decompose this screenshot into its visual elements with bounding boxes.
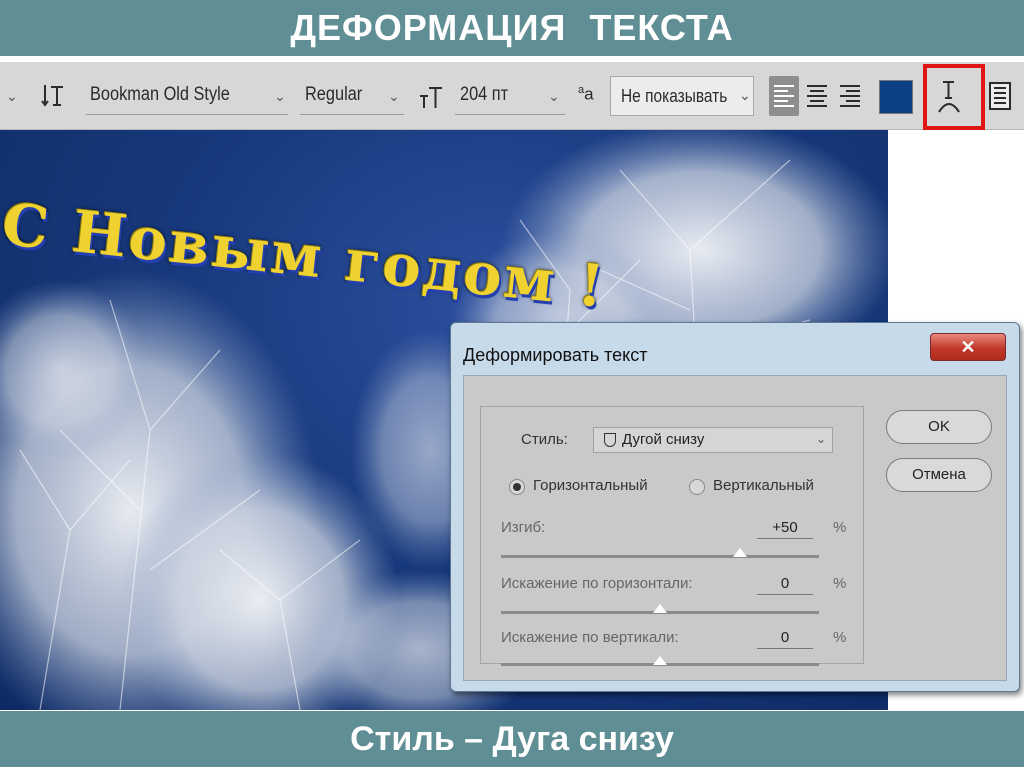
chevron-down-icon[interactable]: ⌄: [548, 88, 560, 105]
vdist-label: Искажение по вертикали:: [501, 629, 679, 646]
dialog-body: Стиль: Дугой снизу ⌄ Горизонтальный Верт…: [463, 375, 1007, 681]
panels-icon[interactable]: [989, 82, 1011, 110]
font-size-value[interactable]: 204 пт: [460, 84, 508, 106]
antialias-dropdown[interactable]: Не показывать ⌄: [610, 76, 754, 116]
align-right-button[interactable]: [835, 76, 865, 116]
slide-title: ДЕФОРМАЦИЯ ТЕКСТА: [0, 0, 1024, 56]
chevron-down-icon[interactable]: ⌄: [388, 88, 400, 105]
warp-text-highlight: [923, 64, 985, 130]
style-dropdown[interactable]: Дугой снизу ⌄: [593, 427, 833, 453]
font-family-value[interactable]: Bookman Old Style: [90, 84, 230, 106]
align-right-icon: [840, 85, 860, 110]
chevron-down-icon: ⌄: [739, 87, 751, 103]
antialias-icon: aa: [578, 84, 594, 104]
style-value: Дугой снизу: [622, 431, 705, 448]
hdist-slider-thumb[interactable]: [653, 604, 667, 613]
font-family-underline: [86, 114, 288, 115]
vdist-slider-thumb[interactable]: [653, 656, 667, 665]
text-orientation-icon[interactable]: [40, 82, 66, 115]
close-button[interactable]: ✕: [930, 333, 1006, 361]
chevron-down-icon: ⌄: [815, 432, 826, 446]
text-options-bar: ⌄ Bookman Old Style ⌄ Regular ⌄ 204 пт ⌄…: [0, 62, 1024, 130]
align-left-button[interactable]: [769, 76, 799, 116]
bend-label: Изгиб:: [501, 519, 546, 536]
horizontal-label: Горизонтальный: [533, 477, 648, 494]
warp-text-dialog: Деформировать текст ✕ Стиль: Дугой снизу…: [450, 322, 1020, 692]
hdist-input[interactable]: 0: [757, 575, 813, 595]
vertical-radio[interactable]: [689, 479, 705, 495]
font-size-icon: [418, 84, 444, 115]
align-left-icon: [774, 85, 794, 110]
hdist-percent: %: [833, 575, 847, 592]
font-size-underline: [455, 114, 565, 115]
text-color-swatch[interactable]: [879, 80, 913, 114]
antialias-value: Не показывать: [621, 86, 728, 106]
hdist-label: Искажение по горизонтали:: [501, 575, 693, 592]
bend-input[interactable]: +50: [757, 519, 813, 539]
chevron-down-icon[interactable]: ⌄: [274, 88, 286, 105]
bend-percent: %: [833, 519, 847, 536]
slide-caption: Стиль – Дуга снизу: [0, 711, 1024, 767]
arc-lower-icon: [604, 433, 616, 447]
vertical-label: Вертикальный: [713, 477, 814, 494]
horizontal-radio[interactable]: [509, 479, 525, 495]
align-center-icon: [807, 85, 827, 110]
style-label: Стиль:: [521, 431, 568, 448]
chevron-down-icon[interactable]: ⌄: [6, 88, 18, 105]
warp-options-group: Стиль: Дугой снизу ⌄ Горизонтальный Верт…: [480, 406, 864, 666]
bend-slider-track[interactable]: [501, 555, 819, 558]
cancel-button[interactable]: Отмена: [886, 458, 992, 492]
ok-button[interactable]: OK: [886, 410, 992, 444]
bend-slider-thumb[interactable]: [733, 548, 747, 557]
align-center-button[interactable]: [802, 76, 832, 116]
vdist-percent: %: [833, 629, 847, 646]
dialog-title: Деформировать текст: [463, 345, 648, 365]
vdist-input[interactable]: 0: [757, 629, 813, 649]
font-style-value[interactable]: Regular: [305, 84, 362, 106]
font-style-underline: [300, 114, 404, 115]
close-icon: ✕: [960, 337, 976, 357]
